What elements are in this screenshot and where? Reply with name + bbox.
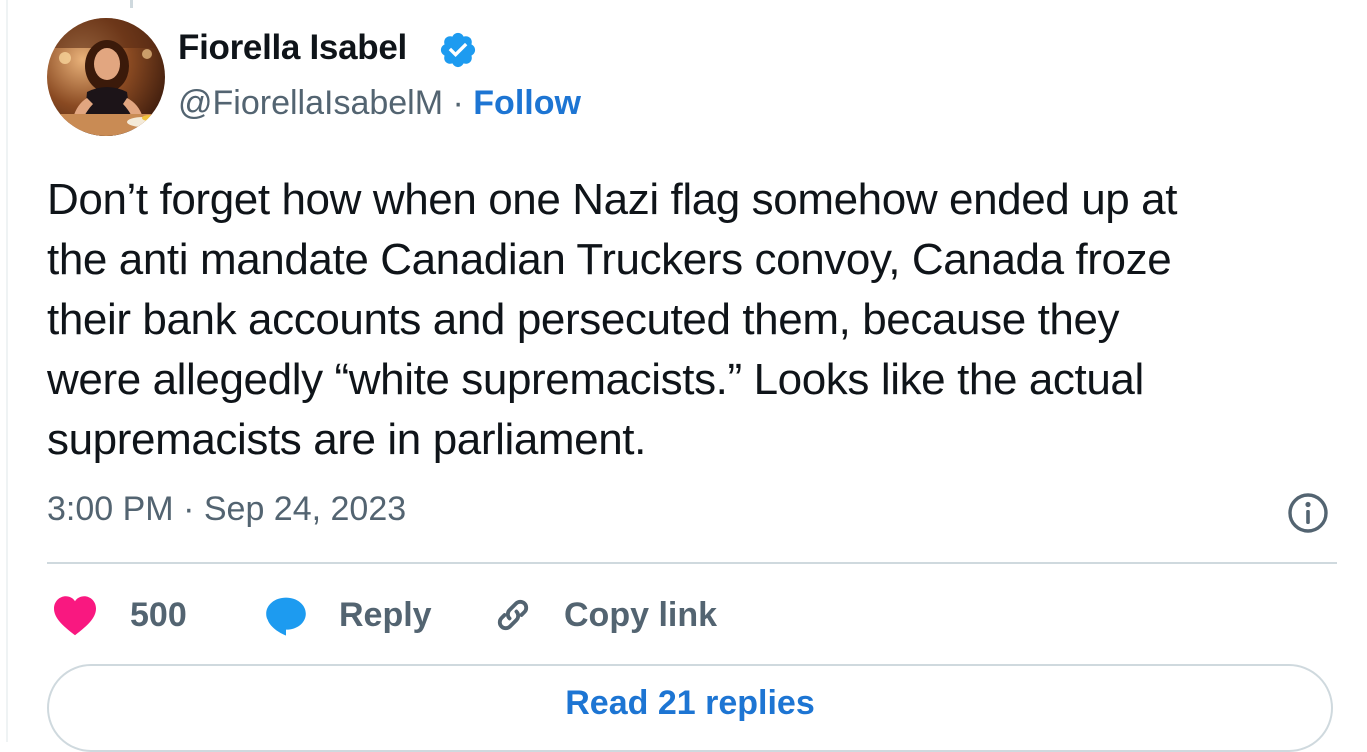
tweet-line: supremacists are in parliament. <box>47 415 646 464</box>
avatar-image <box>47 18 165 136</box>
like-count: 500 <box>130 595 187 634</box>
reply-bubble-icon <box>266 597 306 636</box>
like-button[interactable]: 500 <box>52 587 187 643</box>
handle-separator: · <box>452 84 474 122</box>
copy-link-button[interactable]: Copy link <box>490 587 717 643</box>
author-handle-row: @FiorellaIsabelM · Follow <box>178 84 581 123</box>
reply-button[interactable]: Reply <box>263 587 432 643</box>
timestamp-separator: · <box>183 490 204 528</box>
info-icon[interactable] <box>1286 491 1330 535</box>
action-bar: 500 Reply Copy link <box>0 587 1367 643</box>
copy-link-label: Copy link <box>564 595 718 634</box>
divider <box>47 562 1337 564</box>
tweet-timestamp[interactable]: 3:00 PM · Sep 24, 2023 <box>47 490 406 529</box>
heart-icon <box>54 596 96 636</box>
author-name[interactable]: Fiorella Isabel <box>178 28 407 68</box>
tweet-text: Don’t forget how when one Nazi flag some… <box>47 170 1347 470</box>
link-icon <box>497 599 529 631</box>
avatar[interactable] <box>47 18 165 136</box>
tweet-time: 3:00 PM <box>47 490 174 528</box>
read-replies-button[interactable]: Read 21 replies <box>47 664 1333 752</box>
author-handle[interactable]: @FiorellaIsabelM <box>178 84 443 122</box>
tweet-date: Sep 24, 2023 <box>203 490 407 528</box>
verified-badge-icon <box>440 32 476 68</box>
thread-connector <box>130 0 133 8</box>
follow-button[interactable]: Follow <box>473 84 581 122</box>
read-replies-label: Read 21 replies <box>565 684 815 722</box>
tweet-line: were allegedly “white supremacists.” Loo… <box>47 355 1144 404</box>
tweet-line: Don’t forget how when one Nazi flag some… <box>47 175 1178 224</box>
tweet-line: the anti mandate Canadian Truckers convo… <box>47 235 1172 284</box>
tweet-line: their bank accounts and persecuted them,… <box>47 295 1120 344</box>
reply-label: Reply <box>339 595 432 634</box>
